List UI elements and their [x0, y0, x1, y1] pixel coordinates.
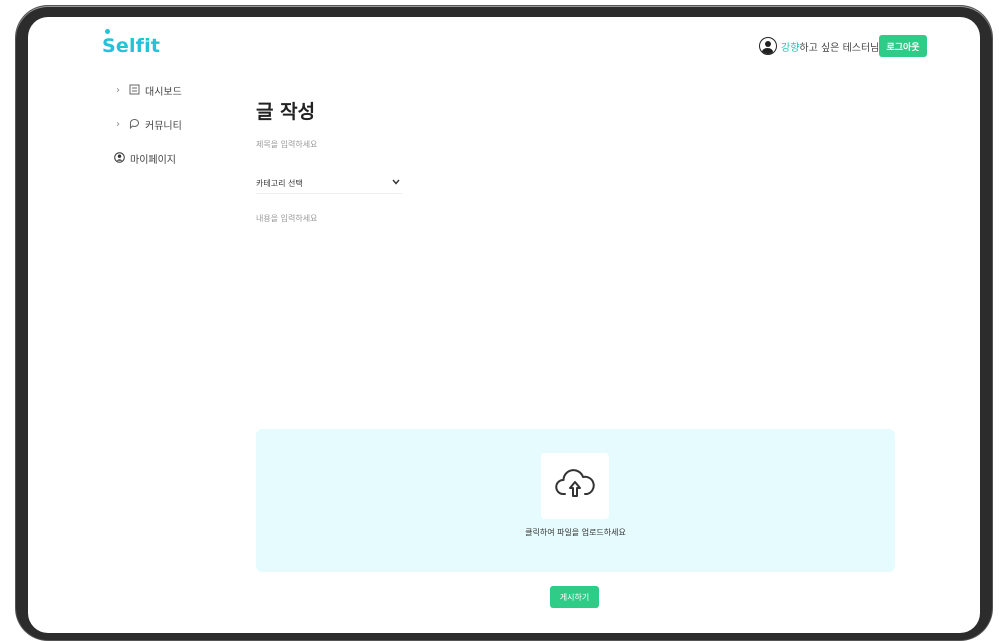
avatar-icon [759, 37, 777, 55]
page-title: 글 작성 [256, 101, 316, 123]
chevron-right-icon: › [116, 85, 120, 96]
sidebar-item-mypage[interactable]: 마이페이지 [114, 151, 176, 166]
sidebar-item-label: 커뮤니티 [145, 121, 182, 132]
title-input[interactable] [256, 135, 606, 153]
logout-button[interactable]: 로그아웃 [879, 35, 927, 57]
user-greeting-text: 하고 싶은 테스터님 [799, 42, 880, 54]
brand-logo[interactable]: Selfit [102, 29, 161, 57]
cloud-upload-icon [555, 468, 595, 504]
chevron-right-icon: › [116, 119, 120, 130]
user-greeting: 강향하고 싶은 테스터님 [759, 35, 879, 57]
category-select[interactable]: 카테고리 선택 [256, 173, 402, 194]
sidebar-item-label: 대시보드 [145, 87, 182, 98]
content-textarea[interactable] [256, 213, 896, 408]
user-name: 강향 [781, 42, 800, 54]
user-icon [114, 151, 125, 166]
chat-icon [129, 118, 140, 132]
category-selected-value: 카테고리 선택 [256, 178, 303, 188]
dashboard-icon [129, 84, 140, 98]
upload-icon-box [541, 453, 609, 519]
app-screen: Selfit 강향하고 싶은 테스터님 로그아웃 › 대시보드 › 커뮤니티 마… [28, 17, 980, 633]
sidebar-item-community[interactable]: › 커뮤니티 [116, 117, 182, 132]
file-upload-dropzone[interactable]: 클릭하여 파일을 업로드하세요 [256, 429, 895, 572]
logo-dot [105, 29, 110, 34]
sidebar-item-label: 마이페이지 [130, 155, 176, 166]
chevron-down-icon [392, 178, 400, 188]
brand-name: Selfit [102, 35, 161, 57]
upload-instruction: 클릭하여 파일을 업로드하세요 [525, 528, 626, 537]
sidebar-item-dashboard[interactable]: › 대시보드 [116, 83, 182, 98]
post-button[interactable]: 게시하기 [550, 586, 599, 608]
